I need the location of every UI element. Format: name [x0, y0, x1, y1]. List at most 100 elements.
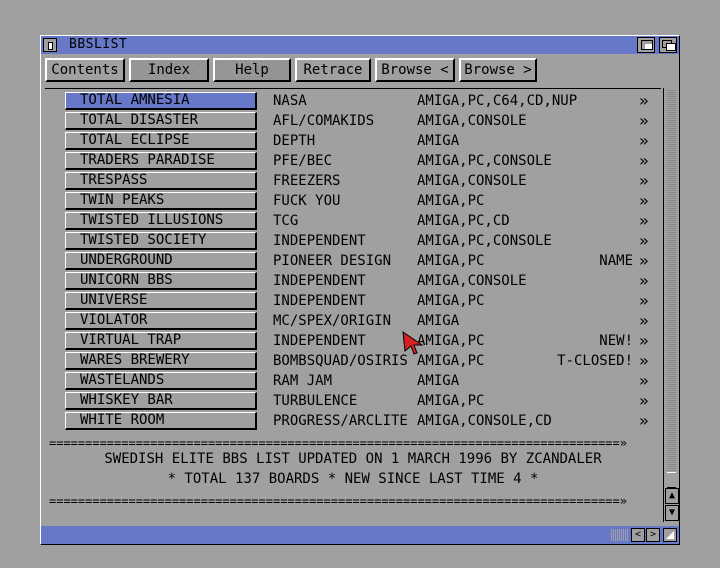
separator-line: ========================================…: [49, 494, 627, 508]
bbs-systems: AMIGA: [417, 373, 460, 389]
bbs-link-button[interactable]: TRADERS PARADISE: [65, 152, 257, 170]
horizontal-scrollbar[interactable]: < >: [41, 526, 679, 544]
bbs-group: NASA: [273, 93, 307, 109]
contents-button[interactable]: Contents: [45, 58, 125, 82]
bbs-systems: AMIGA,CONSOLE,CD: [417, 413, 552, 429]
bbs-link-button[interactable]: TWISTED SOCIETY: [65, 232, 257, 250]
more-arrow-icon[interactable]: »: [639, 231, 649, 251]
more-arrow-icon[interactable]: »: [639, 371, 649, 391]
list-row: VIRTUAL TRAP INDEPENDENT AMIGA,PC NEW! »: [45, 331, 661, 351]
bbs-group: MC/SPEX/ORIGIN: [273, 313, 392, 329]
more-arrow-icon[interactable]: »: [639, 91, 649, 111]
bbs-group: BOMBSQUAD/OSIRIS: [273, 353, 408, 369]
index-button[interactable]: Index: [129, 58, 209, 82]
list-row: TRADERS PARADISE PFE/BEC AMIGA,PC,CONSOLE »: [45, 151, 661, 171]
more-arrow-icon[interactable]: »: [639, 151, 649, 171]
bbs-systems: AMIGA,PC,CONSOLE: [417, 153, 552, 169]
bbs-link-button[interactable]: WHISKEY BAR: [65, 392, 257, 410]
bbs-systems: AMIGA,PC: [417, 193, 485, 209]
bbs-note: NEW!: [599, 333, 633, 349]
bbs-link-button[interactable]: WHITE ROOM: [65, 412, 257, 430]
bbs-link-button[interactable]: UNICORN BBS: [65, 272, 257, 290]
bbs-group: FUCK YOU: [273, 193, 341, 209]
list-row: TWIN PEAKS FUCK YOU AMIGA,PC »: [45, 191, 661, 211]
list-row: VIOLATOR MC/SPEX/ORIGIN AMIGA »: [45, 311, 661, 331]
scroll-left-arrow[interactable]: <: [631, 528, 645, 542]
list-row: UNICORN BBS INDEPENDENT AMIGA,CONSOLE »: [45, 271, 661, 291]
separator-line: ========================================…: [49, 436, 627, 450]
more-arrow-icon[interactable]: »: [639, 271, 649, 291]
bbs-systems: AMIGA,PC: [417, 253, 485, 269]
more-arrow-icon[interactable]: »: [639, 211, 649, 231]
bbs-systems: AMIGA,PC: [417, 353, 485, 369]
bbs-link-button[interactable]: UNDERGROUND: [65, 252, 257, 270]
list-row: TWISTED ILLUSIONS TCG AMIGA,PC,CD »: [45, 211, 661, 231]
bbs-systems: AMIGA,PC,CD: [417, 213, 510, 229]
more-arrow-icon[interactable]: »: [639, 291, 649, 311]
vertical-scrollbar[interactable]: ▲ ▼: [663, 88, 679, 522]
more-arrow-icon[interactable]: »: [639, 351, 649, 371]
help-button[interactable]: Help: [213, 58, 291, 82]
bbs-link-button[interactable]: UNIVERSE: [65, 292, 257, 310]
window-title: BBSLIST: [69, 37, 128, 52]
list-row: WASTELANDS RAM JAM AMIGA »: [45, 371, 661, 391]
more-arrow-icon[interactable]: »: [639, 191, 649, 211]
list-row: TOTAL AMNESIA NASA AMIGA,PC,C64,CD,NUP »: [45, 91, 661, 111]
list-row: WHITE ROOM PROGRESS/ARCLITE AMIGA,CONSOLE,…: [45, 411, 661, 431]
list-row: WARES BREWERY BOMBSQUAD/OSIRIS AMIGA,PC T-C…: [45, 351, 661, 371]
bbs-link-button[interactable]: WARES BREWERY: [65, 352, 257, 370]
scroll-right-arrow[interactable]: >: [646, 528, 660, 542]
more-arrow-icon[interactable]: »: [639, 391, 649, 411]
bbslist-window: BBSLIST Contents Index Help Retrace Brow…: [40, 35, 680, 545]
bbs-link-button[interactable]: TOTAL AMNESIA: [65, 92, 257, 110]
more-arrow-icon[interactable]: »: [639, 331, 649, 351]
vertical-scroll-thumb[interactable]: [667, 472, 676, 488]
bbs-link-button[interactable]: TRESPASS: [65, 172, 257, 190]
bbs-systems: AMIGA,CONSOLE: [417, 173, 527, 189]
list-row: TRESPASS FREEZERS AMIGA,CONSOLE »: [45, 171, 661, 191]
bbs-link-button[interactable]: TOTAL ECLIPSE: [65, 132, 257, 150]
more-arrow-icon[interactable]: »: [639, 111, 649, 131]
more-arrow-icon[interactable]: »: [639, 131, 649, 151]
resize-gadget[interactable]: [663, 528, 677, 542]
bbs-link-button[interactable]: WASTELANDS: [65, 372, 257, 390]
bbs-group: INDEPENDENT: [273, 233, 366, 249]
scroll-down-arrow[interactable]: ▼: [665, 505, 679, 521]
list-row: WHISKEY BAR TURBULENCE AMIGA,PC »: [45, 391, 661, 411]
title-bar[interactable]: BBSLIST: [41, 36, 679, 54]
depth-gadget[interactable]: [659, 37, 677, 53]
retrace-button[interactable]: Retrace: [295, 58, 371, 82]
list-row: TOTAL DISASTER AFL/COMAKIDS AMIGA,CONSOLE »: [45, 111, 661, 131]
mouse-pointer-icon: [402, 331, 424, 355]
more-arrow-icon[interactable]: »: [639, 411, 649, 431]
bbs-group: TURBULENCE: [273, 393, 358, 409]
bbs-note: NAME: [599, 253, 633, 269]
bbs-group: INDEPENDENT: [273, 333, 366, 349]
bbs-systems: AMIGA,CONSOLE: [417, 113, 527, 129]
bbs-link-button[interactable]: TOTAL DISASTER: [65, 112, 257, 130]
bbs-group: DEPTH: [273, 133, 316, 149]
zoom-gadget[interactable]: [637, 37, 655, 53]
browse-prev-button[interactable]: Browse <: [375, 58, 455, 82]
bbs-link-button[interactable]: VIRTUAL TRAP: [65, 332, 257, 350]
scroll-up-arrow[interactable]: ▲: [665, 488, 679, 504]
document-view[interactable]: TOTAL AMNESIA NASA AMIGA,PC,C64,CD,NUP» TOT…: [45, 88, 661, 523]
bbs-systems: AMIGA,PC: [417, 293, 485, 309]
bbs-group: INDEPENDENT: [273, 273, 366, 289]
bbs-group: PIONEER DESIGN: [273, 253, 392, 269]
close-gadget[interactable]: [43, 38, 57, 52]
bbs-link-button[interactable]: TWISTED ILLUSIONS: [65, 212, 257, 230]
vertical-scroll-track[interactable]: [667, 90, 676, 486]
bbs-systems: AMIGA,PC,CONSOLE: [417, 233, 552, 249]
bbs-link-button[interactable]: TWIN PEAKS: [65, 192, 257, 210]
more-arrow-icon[interactable]: »: [639, 251, 649, 271]
bbs-group: RAM JAM: [273, 373, 333, 389]
list-row: UNIVERSE INDEPENDENT AMIGA,PC »: [45, 291, 661, 311]
bbs-systems: AMIGA,PC,C64,CD,NUP: [417, 93, 578, 109]
more-arrow-icon[interactable]: »: [639, 311, 649, 331]
more-arrow-icon[interactable]: »: [639, 171, 649, 191]
horizontal-scroll-thumb[interactable]: [611, 529, 629, 541]
footer-updated-line: SWEDISH ELITE BBS LIST UPDATED ON 1 MARC…: [104, 451, 602, 467]
browse-next-button[interactable]: Browse >: [459, 58, 537, 82]
bbs-link-button[interactable]: VIOLATOR: [65, 312, 257, 330]
